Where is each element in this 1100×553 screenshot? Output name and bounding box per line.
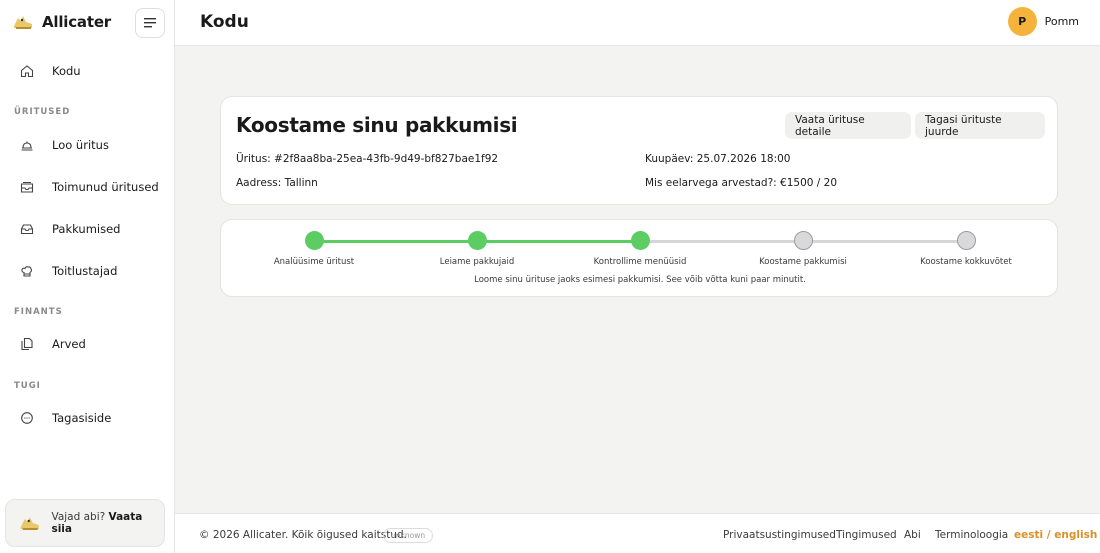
sidebar-item-invoices[interactable]: Arved xyxy=(0,328,175,360)
documents-icon xyxy=(21,337,33,351)
user-menu[interactable]: P Pomm xyxy=(1007,7,1079,36)
step-dot xyxy=(793,231,813,250)
sidebar-item-label: Toimunud üritused xyxy=(52,180,159,194)
chat-bubble-icon xyxy=(21,412,33,424)
section-label-events: ÜRITUSED xyxy=(14,107,71,117)
hamburger-icon xyxy=(144,18,156,28)
event-address: Aadress: Tallinn xyxy=(236,177,318,189)
footer-link-privacy[interactable]: Privaatsustingimused xyxy=(723,529,836,541)
sidebar-item-past-events[interactable]: Toimunud üritused xyxy=(0,171,175,203)
help-box[interactable]: Vajad abi? Vaata siia xyxy=(5,499,165,547)
sidebar: Allicater Kodu ÜRITUSED Loo üritus Toimu… xyxy=(0,0,175,553)
event-date: Kuupäev: 25.07.2026 18:00 xyxy=(645,153,791,165)
back-to-events-button[interactable]: Tagasi ürituste juurde xyxy=(915,112,1045,139)
sidebar-item-label: Tagasiside xyxy=(52,411,112,425)
section-label-finance: FINANTS xyxy=(14,307,63,317)
step-label: Analüüsime üritust xyxy=(273,257,355,267)
user-name: Pomm xyxy=(1044,15,1079,28)
brand-name: Allicater xyxy=(42,13,111,31)
sidebar-item-caterers[interactable]: Toitlustajad xyxy=(0,255,175,287)
alligator-logo-icon xyxy=(14,16,32,29)
home-icon xyxy=(20,65,34,78)
sidebar-item-label: Toitlustajad xyxy=(52,264,118,278)
alligator-mascot-icon xyxy=(20,517,39,530)
sidebar-item-create-event[interactable]: Loo üritus xyxy=(0,129,175,161)
step-label: Koostame pakkumisi xyxy=(759,257,847,267)
footer-link-terms[interactable]: Tingimused xyxy=(836,529,897,541)
copyright: © 2026 Allicater. Kõik õigused kaitstud. xyxy=(199,529,407,541)
menu-toggle-button[interactable] xyxy=(135,8,165,38)
top-bar: Kodu P Pomm xyxy=(175,0,1100,46)
step-label: Koostame kokkuvõtet xyxy=(920,257,1012,267)
view-event-details-button[interactable]: Vaata ürituse detaile xyxy=(785,112,911,139)
footer: © 2026 Allicater. Kõik õigused kaitstud.… xyxy=(175,513,1100,553)
inbox-icon xyxy=(20,181,34,193)
sidebar-item-label: Loo üritus xyxy=(52,138,109,152)
progress-card: Analüüsime üritust Leiame pakkujaid Kontro… xyxy=(220,219,1058,297)
chef-hat-icon xyxy=(21,266,33,277)
step-connector xyxy=(640,240,803,243)
footer-link-help[interactable]: Abi xyxy=(904,529,921,541)
avatar: P xyxy=(1007,7,1037,36)
sidebar-item-offers[interactable]: Pakkumised xyxy=(0,213,175,245)
card-title: Koostame sinu pakkumisi xyxy=(236,113,518,137)
step-dot xyxy=(956,231,976,250)
step-label: Leiame pakkujaid xyxy=(439,257,515,267)
section-label-support: TUGI xyxy=(14,381,41,391)
step-connector xyxy=(477,240,640,243)
step-dot xyxy=(304,231,324,250)
sidebar-item-home[interactable]: Kodu xyxy=(0,55,175,87)
version-badge: unknown xyxy=(383,528,434,543)
event-id: Üritus: #2f8aa8ba-25ea-43fb-9d49-bf827ba… xyxy=(236,153,499,165)
language-switcher[interactable]: eesti / english xyxy=(1014,529,1097,541)
progress-stepper: Analüüsime üritust Leiame pakkujaid Kontro… xyxy=(221,220,1059,298)
cloche-icon xyxy=(21,141,33,151)
sidebar-item-label: Pakkumised xyxy=(52,222,121,236)
offer-status-card: Koostame sinu pakkumisi Vaata ürituse de… xyxy=(220,96,1058,205)
help-text: Vajad abi? Vaata siia xyxy=(51,511,143,535)
brand[interactable]: Allicater xyxy=(12,12,111,32)
footer-link-terminology[interactable]: Terminoloogia xyxy=(935,529,1008,541)
event-budget: Mis eelarvega arvestad?: €1500 / 20 xyxy=(645,177,838,189)
tray-icon xyxy=(20,224,34,235)
progress-note: Loome sinu ürituse jaoks esimesi pakkumi… xyxy=(474,275,806,285)
page-title: Kodu xyxy=(200,12,249,32)
step-dot xyxy=(630,231,650,250)
step-dot xyxy=(467,231,487,250)
step-connector xyxy=(314,240,477,243)
sidebar-item-label: Kodu xyxy=(52,64,81,78)
step-connector xyxy=(803,240,966,243)
sidebar-item-feedback[interactable]: Tagasiside xyxy=(0,402,175,434)
sidebar-item-label: Arved xyxy=(52,337,86,351)
step-label: Kontrollime menüüsid xyxy=(593,257,687,267)
